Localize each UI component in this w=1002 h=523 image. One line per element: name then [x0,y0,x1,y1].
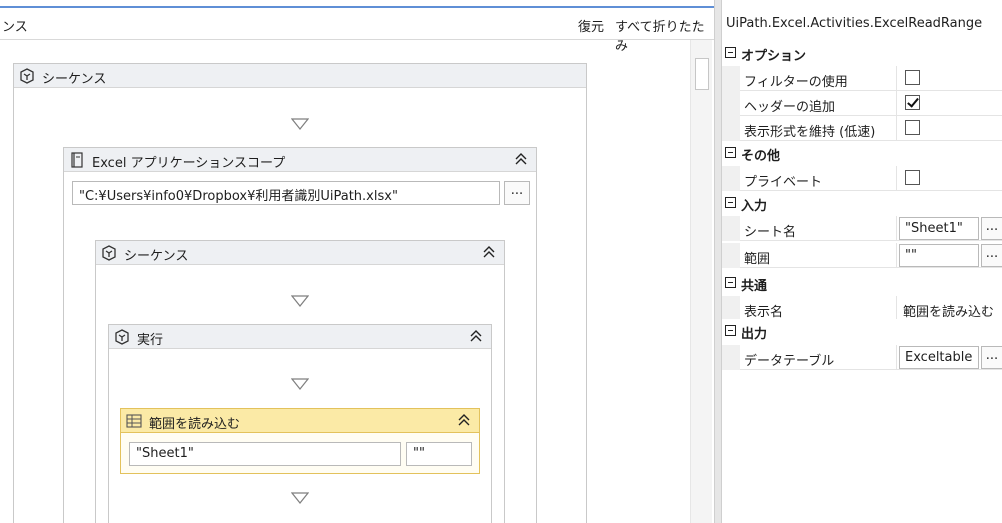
read-range-range-input[interactable]: "" [406,442,472,466]
private-checkbox[interactable] [905,170,920,185]
property-label: シート名 [744,225,797,240]
sheet-name-browse-button[interactable]: ... [981,217,1002,240]
collapse-chevron-icon[interactable] [455,411,473,429]
range-input[interactable]: "" [899,244,979,267]
designer-tab-title: ンス [2,20,28,35]
property-row-use-filter: フィルターの使用 [722,66,1002,91]
property-label: ヘッダーの追加 [744,100,836,115]
collapse-toggle-icon[interactable] [725,277,736,288]
workflow-designer: ンス 復元 すべて折りたたみ シーケンス Excel アプリケーションスコープ [0,0,714,523]
drop-target-arrow-3[interactable] [291,378,309,390]
read-range-label: 範囲を読み込む [149,417,241,432]
category-label: その他 [741,149,781,164]
collapse-chevron-icon[interactable] [467,327,485,345]
property-row-data-table: データテーブル Exceltable ... [722,345,1002,370]
display-name-value[interactable]: 範囲を読み込む [903,301,994,320]
category-output[interactable]: 出力 [722,319,1002,344]
property-label: 表示名 [744,305,784,320]
category-label: 入力 [741,199,768,214]
sequence-inner-label: シーケンス [124,249,189,264]
execute-label: 実行 [137,333,164,348]
read-range-header[interactable]: 範囲を読み込む [121,409,479,433]
data-table-input[interactable]: Exceltable [899,346,979,369]
property-row-private: プライベート [722,166,1002,191]
sequence-outer-label: シーケンス [42,72,107,87]
collapse-toggle-icon[interactable] [725,325,736,336]
scrollbar-thumb[interactable] [695,58,709,90]
excel-scope-label: Excel アプリケーションスコープ [92,156,286,171]
collapse-chevron-icon[interactable] [512,150,530,168]
excel-book-icon [71,152,83,168]
category-misc[interactable]: その他 [722,141,1002,166]
read-range-activity[interactable]: 範囲を読み込む "Sheet1" "" [120,408,480,474]
designer-header: ンス 復元 すべて折りたたみ [0,6,714,54]
sequence-outer-header[interactable]: シーケンス [14,64,586,88]
category-common[interactable]: 共通 [722,271,1002,296]
workbook-path-input[interactable]: "C:¥Users¥info0¥Dropbox¥利用者識別UiPath.xlsx… [72,181,500,205]
property-row-sheet-name: シート名 "Sheet1" ... [722,216,1002,241]
data-table-browse-button[interactable]: ... [981,346,1002,369]
range-browse-button[interactable]: ... [981,244,1002,267]
sequence-icon [102,245,116,261]
property-row-range: 範囲 "" ... [722,243,1002,268]
collapse-toggle-icon[interactable] [725,147,736,158]
workbook-browse-button[interactable]: ... [504,181,530,205]
sequence-inner-header[interactable]: シーケンス [96,241,504,265]
read-range-icon [126,414,142,428]
collapse-toggle-icon[interactable] [725,47,736,58]
property-label: フィルターの使用 [744,75,848,90]
category-options[interactable]: オプション [722,41,1002,66]
category-label: 共通 [741,279,768,294]
property-label: プライベート [744,175,823,190]
sequence-icon [115,329,129,345]
drop-target-arrow-4[interactable] [291,492,309,504]
collapse-chevron-icon[interactable] [480,243,498,261]
properties-activity-type: UiPath.Excel.Activities.ExcelReadRange [726,16,983,31]
property-row-display-name: 表示名 範囲を読み込む [722,296,1002,321]
drop-target-arrow-2[interactable] [291,295,309,307]
sheet-name-input[interactable]: "Sheet1" [899,217,979,240]
category-label: 出力 [741,327,768,342]
read-range-sheet-input[interactable]: "Sheet1" [129,442,401,466]
excel-scope-header[interactable]: Excel アプリケーションスコープ [64,148,536,172]
drop-target-arrow-1[interactable] [291,118,309,130]
properties-panel: UiPath.Excel.Activities.ExcelReadRange オ… [722,0,1002,523]
category-input[interactable]: 入力 [722,191,1002,216]
property-row-add-headers: ヘッダーの追加 [722,91,1002,116]
category-label: オプション [741,49,807,64]
property-label: 範囲 [744,252,771,267]
collapse-toggle-icon[interactable] [725,197,736,208]
designer-vertical-scrollbar[interactable] [690,40,712,523]
preserve-format-checkbox[interactable] [905,120,920,135]
property-label: 表示形式を維持 (低速) [744,125,876,140]
property-label: データテーブル [744,354,835,369]
add-headers-checkbox[interactable] [905,95,920,110]
panel-splitter[interactable] [714,0,722,523]
restore-button[interactable]: 復元 [578,16,604,35]
sequence-icon [20,68,34,84]
property-row-preserve-format: 表示形式を維持 (低速) [722,116,1002,141]
execute-header[interactable]: 実行 [109,325,491,349]
use-filter-checkbox[interactable] [905,70,920,85]
